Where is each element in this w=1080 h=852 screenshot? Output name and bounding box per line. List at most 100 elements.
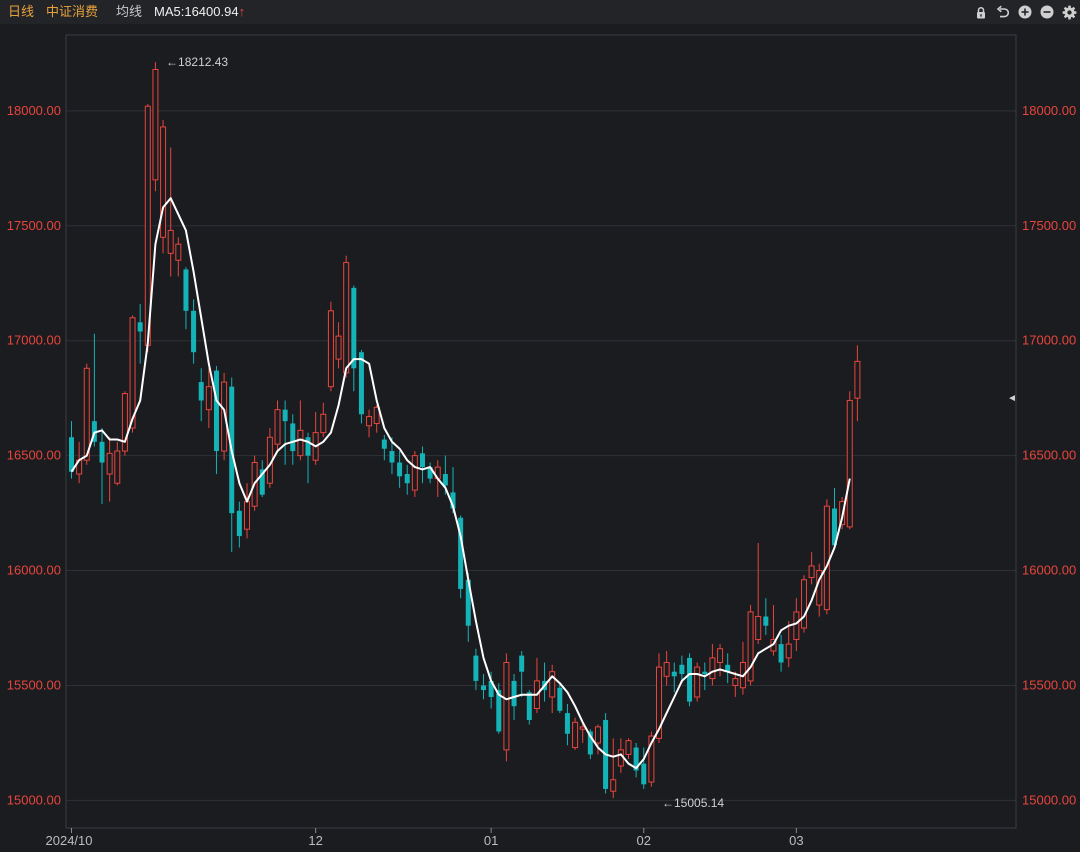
candle-body: [717, 648, 724, 664]
candle: [167, 147, 174, 277]
candle-body: [800, 579, 807, 629]
candle: [274, 400, 281, 452]
candle: [411, 451, 418, 498]
candle-body: [381, 439, 387, 449]
candle-body: [358, 352, 364, 415]
candle-body: [709, 657, 716, 680]
candle: [381, 434, 387, 461]
candle: [625, 738, 632, 760]
candle-body: [778, 644, 784, 663]
candle-body: [564, 713, 570, 734]
candle-body: [481, 685, 487, 691]
candle: [191, 299, 197, 364]
candle: [755, 542, 762, 645]
candle-body: [732, 678, 739, 686]
candle: [778, 634, 784, 672]
candle: [404, 464, 410, 495]
zoom-out-icon[interactable]: [1039, 4, 1055, 20]
candle: [91, 333, 97, 447]
candle-body: [854, 360, 861, 399]
candle-body: [343, 262, 350, 374]
candle: [183, 267, 189, 330]
candle: [229, 377, 235, 553]
candle-body: [503, 662, 510, 751]
candlestick-chart[interactable]: 18000.00 17500.00 17000.00 16500.00 16000.00…: [0, 24, 1080, 852]
candle-body: [663, 662, 670, 677]
y-tick-label-right: 15500.00: [1022, 677, 1076, 692]
candle: [709, 644, 716, 686]
candle: [557, 683, 563, 714]
candle: [297, 400, 304, 461]
candle: [503, 653, 510, 762]
candle-body: [610, 779, 617, 792]
lock-icon[interactable]: [973, 4, 989, 20]
candle: [739, 641, 746, 695]
gear-icon[interactable]: [1061, 4, 1077, 20]
candle: [770, 605, 777, 656]
candle: [335, 322, 342, 369]
candle: [266, 428, 273, 488]
candle: [519, 651, 525, 697]
candle: [846, 391, 853, 530]
candle: [137, 303, 143, 364]
candle: [694, 662, 701, 702]
chart-toolbar: 日线 中证消费 均线 MA5:16400.94↑: [0, 0, 1080, 24]
candle: [481, 673, 487, 700]
candle: [473, 648, 479, 691]
candle: [152, 62, 159, 192]
candle: [687, 653, 693, 707]
candle: [175, 237, 182, 277]
x-tick-label: 2024/10: [46, 833, 93, 848]
candle-body: [404, 474, 410, 484]
candle-body: [442, 474, 448, 486]
candle-body: [755, 616, 762, 641]
gridlines: [66, 110, 1016, 801]
candle: [633, 742, 639, 778]
candle-body: [198, 382, 204, 401]
candle: [747, 605, 754, 686]
candle-body: [106, 452, 113, 475]
period-label[interactable]: 日线: [8, 0, 34, 24]
candle: [572, 717, 579, 750]
y-axis-left: 18000.00 17500.00 17000.00 16500.00 16000.00…: [7, 103, 61, 808]
candle: [785, 621, 792, 668]
candle: [808, 552, 815, 585]
candle-body: [694, 666, 701, 698]
candle-body: [297, 429, 304, 457]
candle-body: [167, 229, 174, 254]
y-tick-label-left: 16500.00: [7, 448, 61, 463]
undo-icon[interactable]: [995, 4, 1011, 20]
candle: [290, 414, 296, 465]
index-name[interactable]: 中证消费: [46, 0, 98, 24]
candle: [205, 368, 212, 429]
candle: [121, 391, 128, 456]
candle-body: [320, 413, 327, 434]
ma-label[interactable]: 均线: [116, 0, 142, 24]
current-price-marker-icon: [1009, 395, 1015, 402]
candle: [198, 368, 204, 422]
candle: [351, 285, 357, 392]
candle-body: [137, 322, 143, 332]
candle-body: [129, 317, 136, 429]
candle: [236, 501, 242, 548]
ma5-text: MA5:16400.94: [154, 4, 239, 19]
candle-body: [114, 450, 121, 484]
candle: [725, 653, 731, 684]
zoom-in-icon[interactable]: [1017, 4, 1033, 20]
candle-body: [83, 367, 90, 461]
candle-body: [572, 721, 579, 749]
candle: [366, 409, 373, 438]
candle-body: [519, 655, 525, 672]
candle-body: [351, 287, 357, 369]
candle: [564, 703, 570, 746]
candle-body: [99, 441, 105, 463]
y-tick-label-left: 15000.00: [7, 792, 61, 807]
candle: [800, 575, 807, 633]
candle: [763, 598, 769, 635]
plot-frame: [65, 34, 1017, 829]
candle: [533, 657, 540, 714]
candle-body: [305, 437, 311, 456]
candle: [259, 460, 265, 498]
y-tick-label-right: 15000.00: [1022, 792, 1076, 807]
candle-body: [290, 423, 296, 452]
